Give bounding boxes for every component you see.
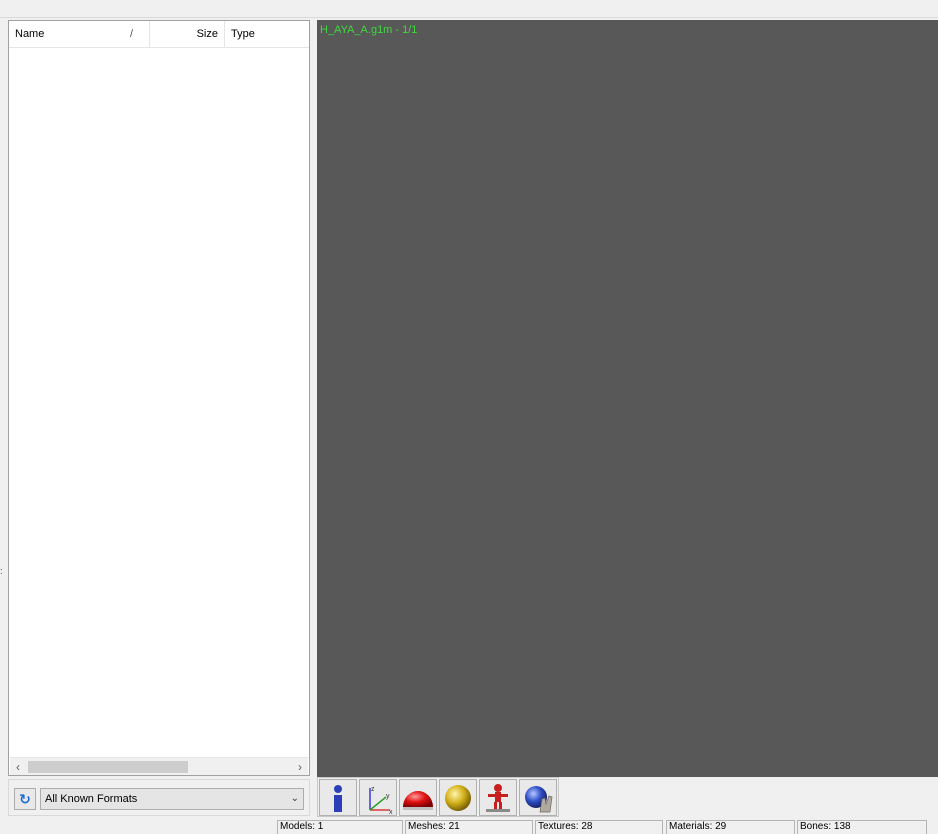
gold-sphere-button[interactable] [439,779,477,816]
left-edge: : [0,18,8,814]
column-header-size[interactable]: Size [150,21,225,48]
globe-hand-icon [525,785,553,812]
info-icon [334,784,342,812]
bone-figure-button[interactable] [479,779,517,816]
viewport-model-label: H_AYA_A.g1m - 1/1 [320,24,418,36]
column-header-name[interactable]: Name / [9,21,150,48]
top-bar [0,0,938,18]
format-filter-value: All Known Formats [45,793,138,805]
svg-text:x: x [389,809,393,814]
status-bones: Bones: 138 [797,820,927,834]
globe-hand-button[interactable] [519,779,557,816]
chevron-down-icon: ⌄ [290,793,299,804]
red-dome-icon [403,790,433,810]
scrollbar-thumb[interactable] [28,761,188,773]
refresh-icon: ↻ [19,791,31,807]
bone-figure-icon [486,783,510,812]
status-bar: Models: 1 Meshes: 21 Textures: 28 Materi… [0,817,938,834]
column-header-type[interactable]: Type [225,21,309,48]
status-textures: Textures: 28 [535,820,663,834]
sort-indicator-icon: / [130,28,134,40]
refresh-button[interactable]: ↻ [14,788,36,810]
status-materials: Materials: 29 [666,820,795,834]
edge-marker: : [0,566,3,576]
model-viewport[interactable]: H_AYA_A.g1m - 1/1 [317,20,938,777]
horizontal-scrollbar[interactable]: ‹ › [10,757,308,775]
viewport-toolbar: z y x [317,777,559,817]
scroll-left-icon[interactable]: ‹ [10,758,26,776]
axes-icon: z y x [369,786,393,814]
scroll-right-icon[interactable]: › [292,758,308,776]
svg-text:y: y [386,793,390,800]
status-meshes: Meshes: 21 [405,820,533,834]
file-list-header: Name / Size Type [9,21,309,48]
file-list-panel: Name / Size Type ‹ › [8,20,310,776]
red-dome-button[interactable] [399,779,437,816]
format-filter-select[interactable]: All Known Formats ⌄ [40,788,304,810]
gold-sphere-icon [445,784,471,811]
axes-button[interactable]: z y x [359,779,397,816]
svg-text:z: z [371,786,375,793]
status-models: Models: 1 [277,820,403,834]
filter-bar: ↻ All Known Formats ⌄ [8,779,310,816]
column-name-label: Name [15,28,45,40]
info-button[interactable] [319,779,357,816]
